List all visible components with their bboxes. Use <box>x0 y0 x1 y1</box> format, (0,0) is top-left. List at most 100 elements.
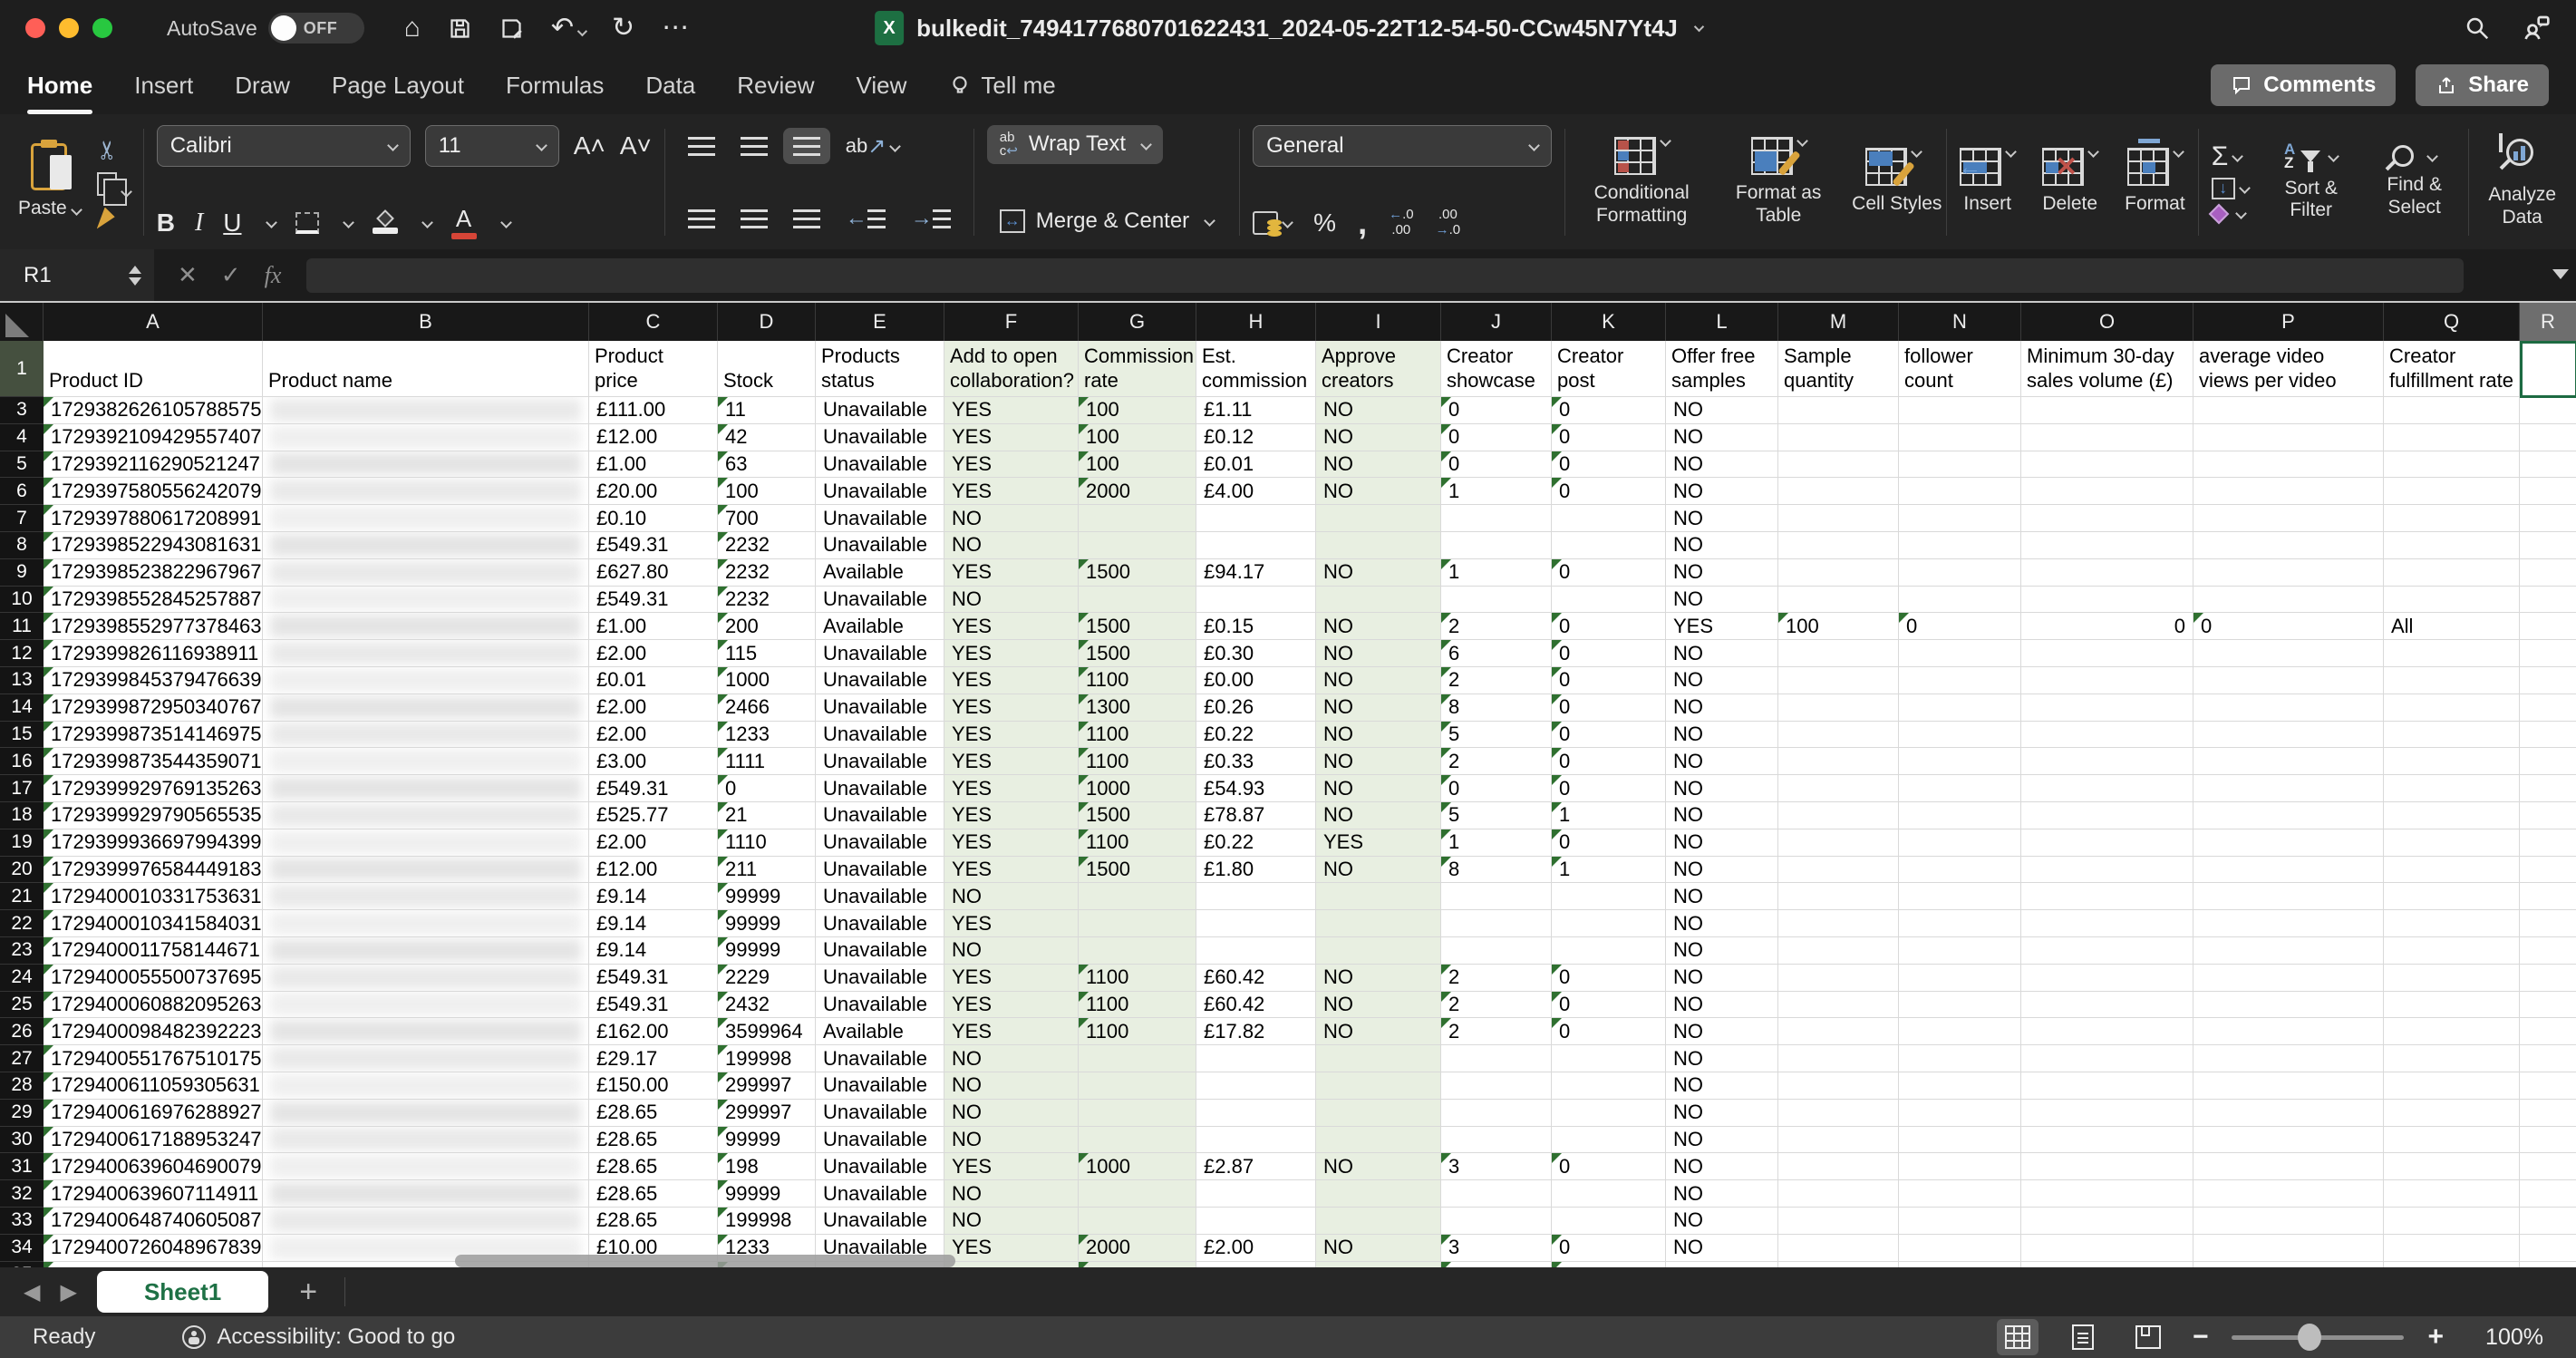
undo-icon[interactable]: ↶ <box>551 15 588 42</box>
cell-samples-row30[interactable]: NO <box>1666 1126 1778 1154</box>
cell-followers-row26[interactable] <box>1899 1018 2021 1046</box>
cell-sales30-row30[interactable] <box>2021 1126 2193 1154</box>
cell-rate-row11[interactable]: 1500 <box>1079 613 1196 641</box>
cell-stock-row17[interactable]: 0 <box>718 775 816 802</box>
cell-approve-row13[interactable]: NO <box>1316 666 1441 694</box>
cell-approve-row27[interactable] <box>1316 1045 1441 1072</box>
cell-approve-row14[interactable]: NO <box>1316 694 1441 722</box>
cell-views-row32[interactable] <box>2193 1180 2384 1208</box>
cell-fulfill-row13[interactable] <box>2384 666 2520 694</box>
cell-followers-row21[interactable] <box>1899 883 2021 911</box>
row-number-3[interactable]: 3 <box>0 397 44 424</box>
format-as-table-button[interactable]: Format as Table <box>1729 135 1828 226</box>
cell-post-row25[interactable]: 0 <box>1552 991 1666 1019</box>
cell-est-row14[interactable]: £0.26 <box>1196 694 1316 722</box>
cell-followers-row4[interactable] <box>1899 423 2021 451</box>
cell-status-row27[interactable]: Unavailable <box>816 1045 944 1072</box>
cell-fulfill-row31[interactable] <box>2384 1153 2520 1181</box>
cell-followers-row19[interactable] <box>1899 829 2021 857</box>
align-middle-icon[interactable] <box>731 128 778 164</box>
cell-showcase-row20[interactable]: 8 <box>1441 856 1552 884</box>
row-number-23[interactable]: 23 <box>0 936 44 965</box>
cell-qty-row25[interactable] <box>1778 991 1899 1019</box>
row-number-1[interactable]: 1 <box>0 341 44 397</box>
cell-est-row4[interactable]: £0.12 <box>1196 423 1316 451</box>
cell-qty-row19[interactable] <box>1778 829 1899 857</box>
cell-followers-row22[interactable] <box>1899 910 2021 937</box>
cell-r-row6[interactable] <box>2520 478 2576 506</box>
decrease-decimal-icon[interactable]: .00 →.0 <box>1436 207 1461 238</box>
cell-showcase-row33[interactable] <box>1441 1207 1552 1235</box>
cell-collab-row13[interactable]: YES <box>944 666 1079 694</box>
cell-stock-row32[interactable]: 99999 <box>718 1180 816 1208</box>
cell-followers-row29[interactable] <box>1899 1099 2021 1127</box>
cell-fulfill-row3[interactable] <box>2384 397 2520 424</box>
cell-views-row15[interactable] <box>2193 721 2384 749</box>
cell-status-row20[interactable]: Unavailable <box>816 856 944 884</box>
cell-id-row12[interactable]: 1729399826116938911 <box>44 640 263 667</box>
cell-id-row14[interactable]: 1729399872950340767 <box>44 694 263 722</box>
row-number-5[interactable]: 5 <box>0 451 44 479</box>
cell-status-row19[interactable]: Unavailable <box>816 829 944 857</box>
cell-price-row16[interactable]: £3.00 <box>589 748 718 776</box>
cell-status-row18[interactable]: Unavailable <box>816 801 944 829</box>
cell-showcase-row13[interactable]: 2 <box>1441 666 1552 694</box>
cell-qty-row7[interactable] <box>1778 505 1899 532</box>
cell-name-row28[interactable] <box>263 1072 589 1100</box>
tab-view[interactable]: View <box>857 72 907 100</box>
cell-followers-row23[interactable] <box>1899 936 2021 965</box>
cell-est-row9[interactable]: £94.17 <box>1196 558 1316 587</box>
cell-showcase-row6[interactable]: 1 <box>1441 478 1552 506</box>
cell-followers-row33[interactable] <box>1899 1207 2021 1235</box>
cell-showcase-row7[interactable] <box>1441 505 1552 532</box>
cell-price-row26[interactable]: £162.00 <box>589 1018 718 1046</box>
cell-showcase-row18[interactable]: 5 <box>1441 801 1552 829</box>
cell-fulfill-row18[interactable] <box>2384 801 2520 829</box>
row-number-28[interactable]: 28 <box>0 1072 44 1100</box>
cell-samples-row28[interactable]: NO <box>1666 1072 1778 1100</box>
cell-fulfill-row33[interactable] <box>2384 1207 2520 1235</box>
cell-showcase-row31[interactable]: 3 <box>1441 1153 1552 1181</box>
cell-stock-row24[interactable]: 2229 <box>718 964 816 992</box>
cell-price-row11[interactable]: £1.00 <box>589 613 718 641</box>
column-header-m[interactable]: M <box>1778 303 1899 341</box>
cell-stock-row31[interactable]: 198 <box>718 1153 816 1181</box>
cell-id-row17[interactable]: 1729399929769135263 <box>44 775 263 802</box>
cell-name-row15[interactable] <box>263 721 589 749</box>
cell-approve-row32[interactable] <box>1316 1180 1441 1208</box>
decrease-indent-icon[interactable]: ← <box>836 198 896 239</box>
confirm-formula-icon[interactable]: ✓ <box>221 261 241 289</box>
cell-status-row16[interactable]: Unavailable <box>816 748 944 776</box>
cell-post-row30[interactable] <box>1552 1126 1666 1154</box>
cell-fulfill-row9[interactable] <box>2384 558 2520 587</box>
cell-post-row14[interactable]: 0 <box>1552 694 1666 722</box>
cell-qty-row4[interactable] <box>1778 423 1899 451</box>
next-sheet-icon[interactable]: ▶ <box>60 1279 76 1305</box>
cell-post-row5[interactable]: 0 <box>1552 451 1666 479</box>
cell-approve-row28[interactable] <box>1316 1072 1441 1100</box>
cell-id-row15[interactable]: 1729399873514146975 <box>44 721 263 749</box>
row-number-10[interactable]: 10 <box>0 586 44 614</box>
cell-collab-row21[interactable]: NO <box>944 883 1079 911</box>
cell-id-row31[interactable]: 1729400639604690079 <box>44 1153 263 1181</box>
cell-name-row22[interactable] <box>263 910 589 937</box>
autosum-button[interactable]: Σ <box>2212 142 2244 170</box>
cell-sales30-row31[interactable] <box>2021 1153 2193 1181</box>
cell-views-row5[interactable] <box>2193 451 2384 479</box>
cell-r-row11[interactable] <box>2520 613 2576 641</box>
cell-id-row11[interactable]: 1729398552977378463 <box>44 613 263 641</box>
cell-followers-row16[interactable] <box>1899 748 2021 776</box>
orientation-icon[interactable]: ab ↗ <box>836 125 910 168</box>
cell-showcase-row15[interactable]: 5 <box>1441 721 1552 749</box>
cell-sales30-row25[interactable] <box>2021 991 2193 1019</box>
cell-status-row13[interactable]: Unavailable <box>816 666 944 694</box>
cell-r-row25[interactable] <box>2520 991 2576 1019</box>
cell-stock-row14[interactable]: 2466 <box>718 694 816 722</box>
cell-stock-row23[interactable]: 99999 <box>718 936 816 965</box>
cell-name-row29[interactable] <box>263 1099 589 1127</box>
header-cell-post[interactable]: Creator post <box>1552 341 1666 397</box>
cell-status-row7[interactable]: Unavailable <box>816 505 944 532</box>
cell-followers-row20[interactable] <box>1899 856 2021 884</box>
increase-decimal-icon[interactable]: ←.0.00 <box>1389 207 1414 238</box>
bold-icon[interactable]: B <box>157 209 175 238</box>
